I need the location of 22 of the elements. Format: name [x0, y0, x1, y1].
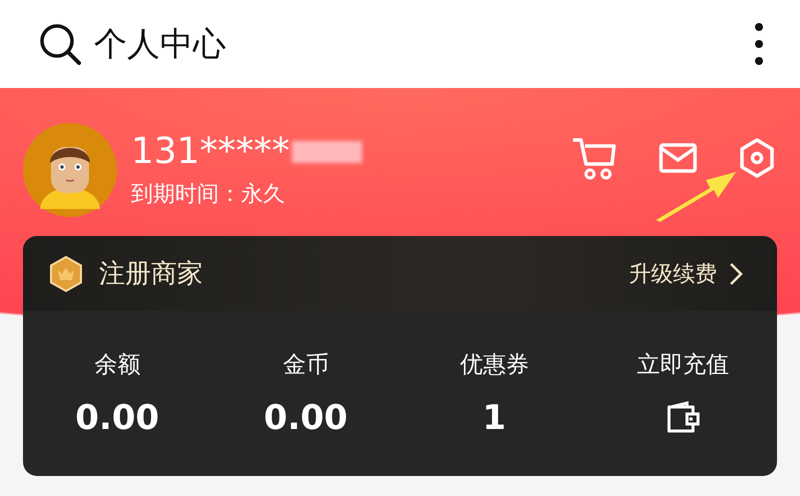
- stat-label: 金币: [282, 351, 329, 380]
- mail-icon[interactable]: [659, 143, 697, 173]
- phone-number: 131*****: [131, 131, 290, 173]
- stat-label: 立即充值: [636, 351, 729, 380]
- search-icon[interactable]: [38, 22, 82, 66]
- stat-value: 1: [482, 398, 506, 438]
- cart-icon[interactable]: [571, 136, 617, 180]
- stat-value: 0.00: [75, 398, 160, 438]
- page-title: 个人中心: [94, 22, 227, 64]
- stat-label: 优惠券: [460, 351, 529, 380]
- expiry-text: 到期时间：永久: [131, 181, 286, 209]
- blurred-redaction: [292, 141, 362, 163]
- upgrade-renew-link[interactable]: 升级续费: [629, 258, 743, 288]
- settings-icon[interactable]: [739, 138, 775, 178]
- member-level-title: 注册商家: [99, 258, 204, 291]
- stat-value: 0.00: [264, 398, 348, 438]
- avatar-icon[interactable]: [23, 123, 117, 217]
- chevron-right-icon: [729, 262, 743, 286]
- more-menu-icon[interactable]: [754, 22, 764, 66]
- wallet-icon[interactable]: [664, 401, 701, 435]
- crown-badge-icon: [49, 256, 83, 292]
- stat-label: 余额: [94, 351, 140, 380]
